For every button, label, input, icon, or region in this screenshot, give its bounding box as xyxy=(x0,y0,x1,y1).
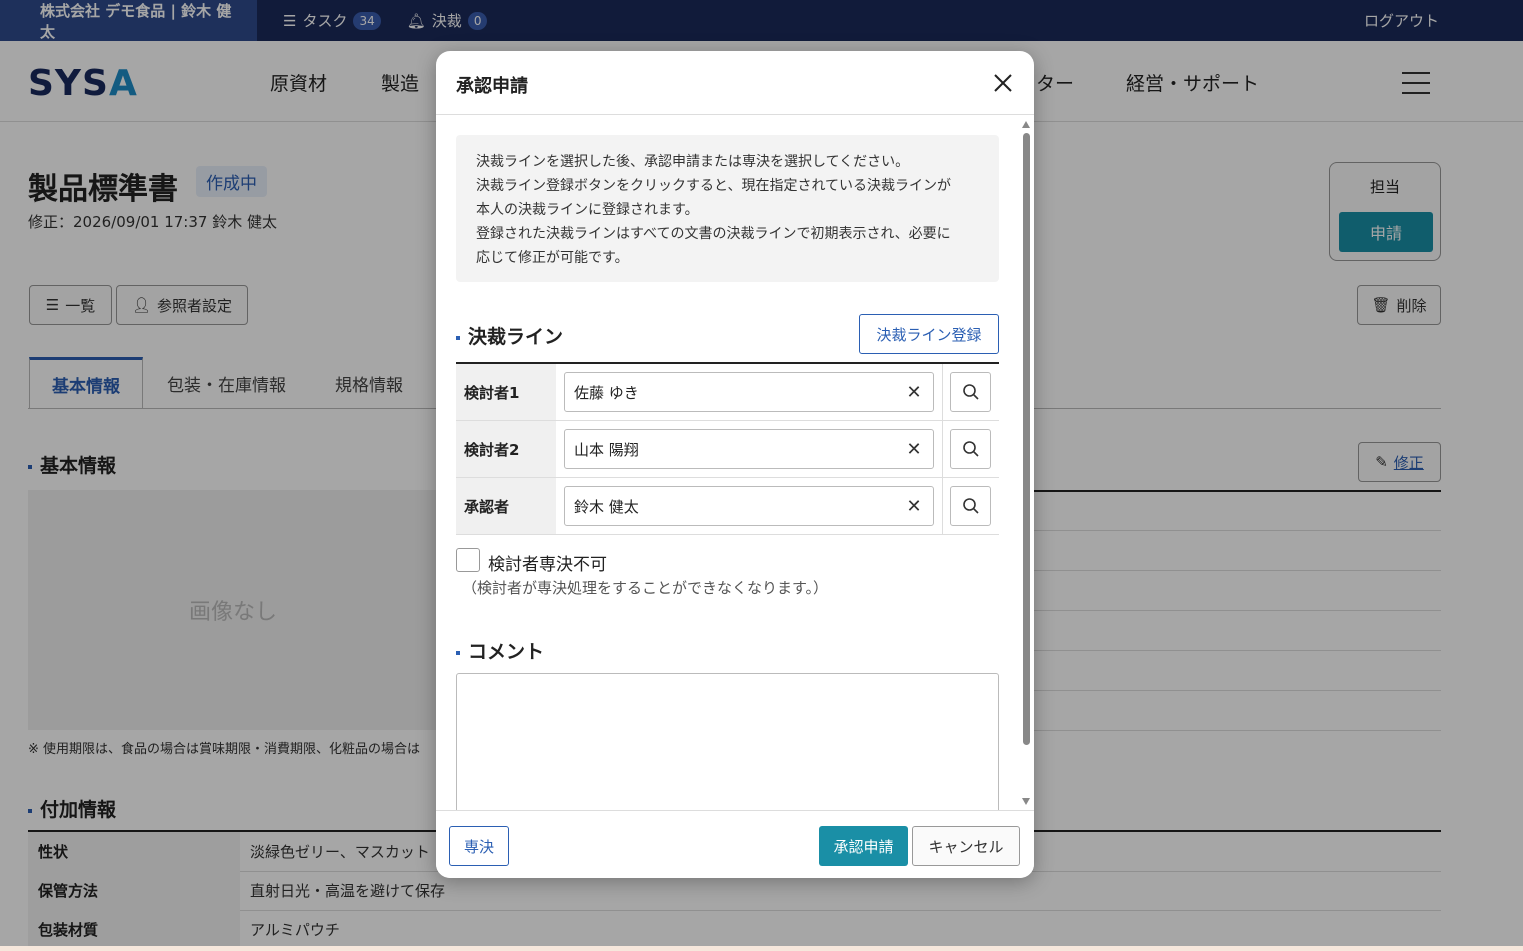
scroll-down-arrow[interactable] xyxy=(1022,798,1030,805)
submit-approval-button[interactable]: 承認申請 xyxy=(819,826,908,866)
table-row: 承認者 鈴木 健太 ✕ xyxy=(456,478,999,535)
search-button[interactable] xyxy=(950,429,991,469)
modal-header: 承認申請 xyxy=(436,51,1034,115)
final-decision-button[interactable]: 専決 xyxy=(449,826,509,866)
row-separator xyxy=(942,421,943,477)
approval-line-table: 検討者1 佐藤 ゆき ✕ 検討者2 山本 陽翔 ✕ 承認者 鈴木 健太 ✕ xyxy=(456,362,999,535)
reviewer1-label: 検討者1 xyxy=(456,364,556,420)
close-icon[interactable]: ✕ xyxy=(902,486,926,526)
reviewer2-field[interactable]: 山本 陽翔 xyxy=(564,429,934,469)
search-icon xyxy=(962,384,979,400)
reviewer1-field[interactable]: 佐藤 ゆき xyxy=(564,372,934,412)
comment-heading: コメント xyxy=(456,637,544,664)
close-icon[interactable]: ✕ xyxy=(902,429,926,469)
approver-field[interactable]: 鈴木 健太 xyxy=(564,486,934,526)
register-line-button[interactable]: 決裁ライン登録 xyxy=(859,314,999,354)
row-separator xyxy=(942,364,943,420)
modal-scrollbar[interactable] xyxy=(1022,121,1030,806)
approval-request-modal: 承認申請 決裁ラインを選択した後、承認申請または専決を選択してください。 決裁ラ… xyxy=(436,51,1034,878)
modal-footer: 専決 承認申請 キャンセル xyxy=(436,810,1034,878)
comment-textarea[interactable] xyxy=(456,673,999,810)
instruction-line: 本人の決裁ラインに登録されます。 xyxy=(476,202,699,218)
instruction-line: 登録された決裁ラインはすべての文書の決裁ラインで初期表示され、必要に xyxy=(476,226,951,242)
scroll-thumb[interactable] xyxy=(1023,133,1030,745)
scroll-up-arrow[interactable] xyxy=(1022,121,1030,128)
checkbox-label[interactable]: 検討者専決不可 xyxy=(488,550,607,575)
bottom-strip xyxy=(0,946,1523,951)
reviewer2-label: 検討者2 xyxy=(456,421,556,477)
close-icon[interactable]: ✕ xyxy=(902,372,926,412)
instruction-box: 決裁ラインを選択した後、承認申請または専決を選択してください。 決裁ライン登録ボ… xyxy=(456,135,999,282)
close-icon[interactable] xyxy=(991,71,1015,95)
approver-label: 承認者 xyxy=(456,478,556,534)
instruction-line: 決裁ラインを選択した後、承認申請または専決を選択してください。 xyxy=(476,154,910,170)
row-separator xyxy=(942,478,943,534)
instruction-line: 応じて修正が可能です。 xyxy=(476,250,629,266)
search-button[interactable] xyxy=(950,486,991,526)
checkbox-note: （検討者が専決処理をすることができなくなります。） xyxy=(462,579,829,597)
approval-line-heading: 決裁ライン xyxy=(456,322,563,349)
no-reviewer-final-checkbox[interactable] xyxy=(456,548,480,572)
instruction-line: 決裁ライン登録ボタンをクリックすると、現在指定されている決裁ラインが xyxy=(476,178,952,194)
cancel-button[interactable]: キャンセル xyxy=(912,826,1020,866)
modal-title: 承認申請 xyxy=(456,76,528,97)
search-icon xyxy=(962,498,979,514)
search-icon xyxy=(962,441,979,457)
search-button[interactable] xyxy=(950,372,991,412)
modal-body: 決裁ラインを選択した後、承認申請または専決を選択してください。 決裁ライン登録ボ… xyxy=(436,116,1034,810)
table-row: 検討者2 山本 陽翔 ✕ xyxy=(456,421,999,478)
table-row: 検討者1 佐藤 ゆき ✕ xyxy=(456,364,999,421)
